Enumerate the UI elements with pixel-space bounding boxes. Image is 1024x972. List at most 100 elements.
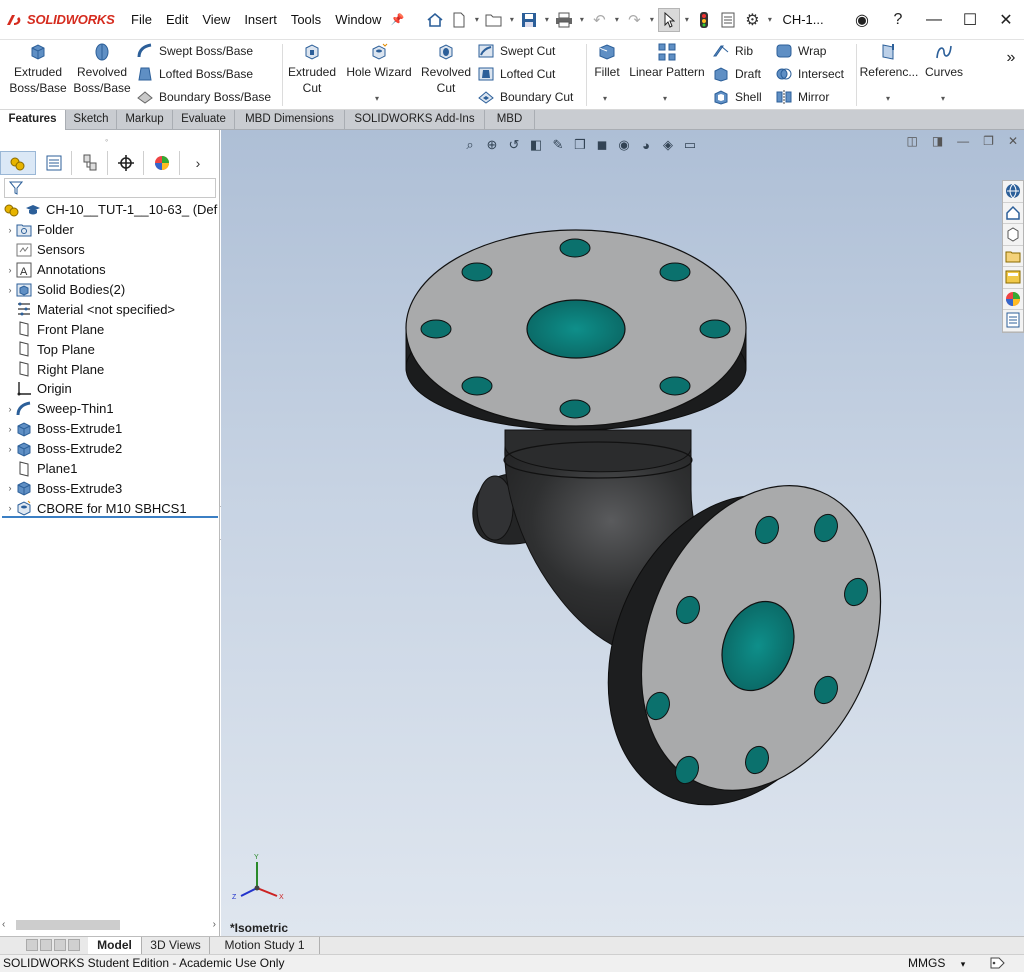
tree-filter-box[interactable] [4,178,216,198]
tree-root-part[interactable]: CH-10__TUT-1__10-63_ (Def [0,200,220,220]
extruded-cut-button[interactable]: Extruded Cut [284,42,340,96]
tree-item[interactable]: Origin [0,379,220,399]
fillet-dropdown-icon[interactable]: ▾ [603,94,607,103]
tree-item[interactable]: Plane1 [0,459,220,479]
options-dropdown-icon[interactable]: ▾ [765,15,774,24]
fillet-button[interactable]: Fillet [588,42,626,80]
scroll-right-icon[interactable]: › [213,919,216,930]
boundary-boss-button[interactable]: Boundary Boss/Base [136,86,271,108]
first-tab-icon[interactable] [26,939,38,951]
rebuild-icon[interactable] [693,8,715,32]
expand-arrow-icon[interactable]: › [4,444,16,454]
status-tag-icon[interactable] [990,956,1006,972]
reference-geometry-button[interactable]: Referenc... [858,42,920,80]
lofted-cut-button[interactable]: Lofted Cut [477,63,555,85]
new-dropdown-icon[interactable]: ▾ [472,15,481,24]
view-palette-icon[interactable] [1003,246,1023,267]
tab-3d-views[interactable]: 3D Views [142,937,210,955]
save-dropdown-icon[interactable]: ▾ [542,15,551,24]
display-manager-tab-icon[interactable] [144,151,180,175]
tab-motion-study-1[interactable]: Motion Study 1 [210,937,320,955]
graphics-area[interactable]: ⌕ ⊕ ↺ ◧ ✎ ❒ ◼ ◉ ◕ ◈ ▭ ◫ ◨ — ❐ ✕ Y X Z *I… [221,130,1024,936]
hole-wizard-dropdown-icon[interactable]: ▾ [375,94,379,103]
draft-button[interactable]: Draft [712,63,761,85]
revolved-cut-button[interactable]: Revolved Cut [418,42,474,96]
tree-item[interactable]: › A Annotations [0,260,220,280]
redo-dropdown-icon[interactable]: ▾ [647,15,656,24]
curves-button[interactable]: Curves [922,42,966,80]
expand-arrow-icon[interactable]: › [4,265,16,275]
tree-item[interactable]: › Sweep-Thin1 [0,399,220,419]
tab-sketch[interactable]: Sketch [66,110,117,130]
rib-button[interactable]: Rib [712,40,753,62]
tree-item[interactable]: › Solid Bodies(2) [0,280,220,300]
expand-arrow-icon[interactable]: › [4,483,16,493]
minimize-icon[interactable]: — [916,11,952,29]
intersect-button[interactable]: Intersect [775,63,844,85]
tab-mbd[interactable]: MBD [485,110,535,130]
new-document-icon[interactable] [448,8,470,32]
pin-icon[interactable]: 📌 [388,13,406,26]
tab-model[interactable]: Model [88,937,142,955]
print-icon[interactable] [553,8,575,32]
feature-manager-tab-icon[interactable] [0,151,36,175]
dimxpert-manager-tab-icon[interactable] [108,151,144,175]
options-gear-icon[interactable]: ⚙ [741,8,763,32]
linear-pattern-button[interactable]: Linear Pattern [626,42,708,80]
scroll-left-icon[interactable]: ‹ [2,919,5,930]
shell-button[interactable]: Shell [712,86,762,108]
appearances-icon[interactable] [1003,289,1023,310]
tree-item[interactable]: › Boss-Extrude2 [0,439,220,459]
tree-item[interactable]: Front Plane [0,319,220,339]
reference-dropdown-icon[interactable]: ▾ [886,94,890,103]
tree-item[interactable]: Top Plane [0,339,220,359]
open-dropdown-icon[interactable]: ▾ [507,15,516,24]
revolved-boss-button[interactable]: Revolved Boss/Base [70,42,134,96]
home-icon[interactable] [424,8,446,32]
design-library-icon[interactable] [1003,203,1023,224]
close-icon[interactable]: ✕ [988,10,1024,30]
tab-evaluate[interactable]: Evaluate [173,110,235,130]
select-dropdown-icon[interactable]: ▾ [682,15,691,24]
tab-features[interactable]: Features [0,110,66,130]
linear-pattern-dropdown-icon[interactable]: ▾ [663,94,667,103]
expand-arrow-icon[interactable]: › [4,503,16,513]
tree-item[interactable]: › Folder [0,220,220,240]
undo-dropdown-icon[interactable]: ▾ [612,15,621,24]
swept-cut-button[interactable]: Swept Cut [477,40,555,62]
extruded-boss-button[interactable]: Extruded Boss/Base [6,42,70,96]
tree-item[interactable]: Right Plane [0,359,220,379]
expand-arrow-icon[interactable]: › [4,225,16,235]
prev-tab-icon[interactable] [40,939,52,951]
open-folder-icon[interactable] [483,8,505,32]
file-properties-icon[interactable] [717,8,739,32]
hole-wizard-button[interactable]: Hole Wizard [343,42,415,80]
print-dropdown-icon[interactable]: ▾ [577,15,586,24]
ribbon-more-button[interactable]: » [1002,50,1020,66]
menu-insert[interactable]: Insert [237,12,284,27]
menu-edit[interactable]: Edit [159,12,195,27]
expand-arrow-icon[interactable]: › [4,404,16,414]
panel-splitter-handle[interactable]: ◦ [105,135,108,145]
menu-view[interactable]: View [195,12,237,27]
menu-file[interactable]: File [124,12,159,27]
save-icon[interactable] [518,8,540,32]
wrap-button[interactable]: Wrap [775,40,826,62]
expand-arrow-icon[interactable]: › [4,424,16,434]
redo-icon[interactable]: ↷ [623,8,645,32]
tree-item[interactable]: › Boss-Extrude1 [0,419,220,439]
file-explorer-icon[interactable] [1003,224,1023,246]
tab-solidworks-add-ins[interactable]: SOLIDWORKS Add-Ins [345,110,485,130]
next-tab-icon[interactable] [54,939,66,951]
scroll-thumb[interactable] [16,920,120,930]
menu-tools[interactable]: Tools [284,12,328,27]
tree-item[interactable]: Sensors [0,240,220,260]
select-arrow-icon[interactable] [658,7,681,32]
configuration-manager-tab-icon[interactable] [72,151,108,175]
swept-boss-button[interactable]: Swept Boss/Base [136,40,253,62]
boundary-cut-button[interactable]: Boundary Cut [477,86,573,108]
property-manager-tab-icon[interactable] [36,151,72,175]
tree-horizontal-scrollbar[interactable]: ‹ › [2,916,218,932]
tab-mbd-dimensions[interactable]: MBD Dimensions [235,110,345,130]
undo-icon[interactable]: ↶ [588,8,610,32]
